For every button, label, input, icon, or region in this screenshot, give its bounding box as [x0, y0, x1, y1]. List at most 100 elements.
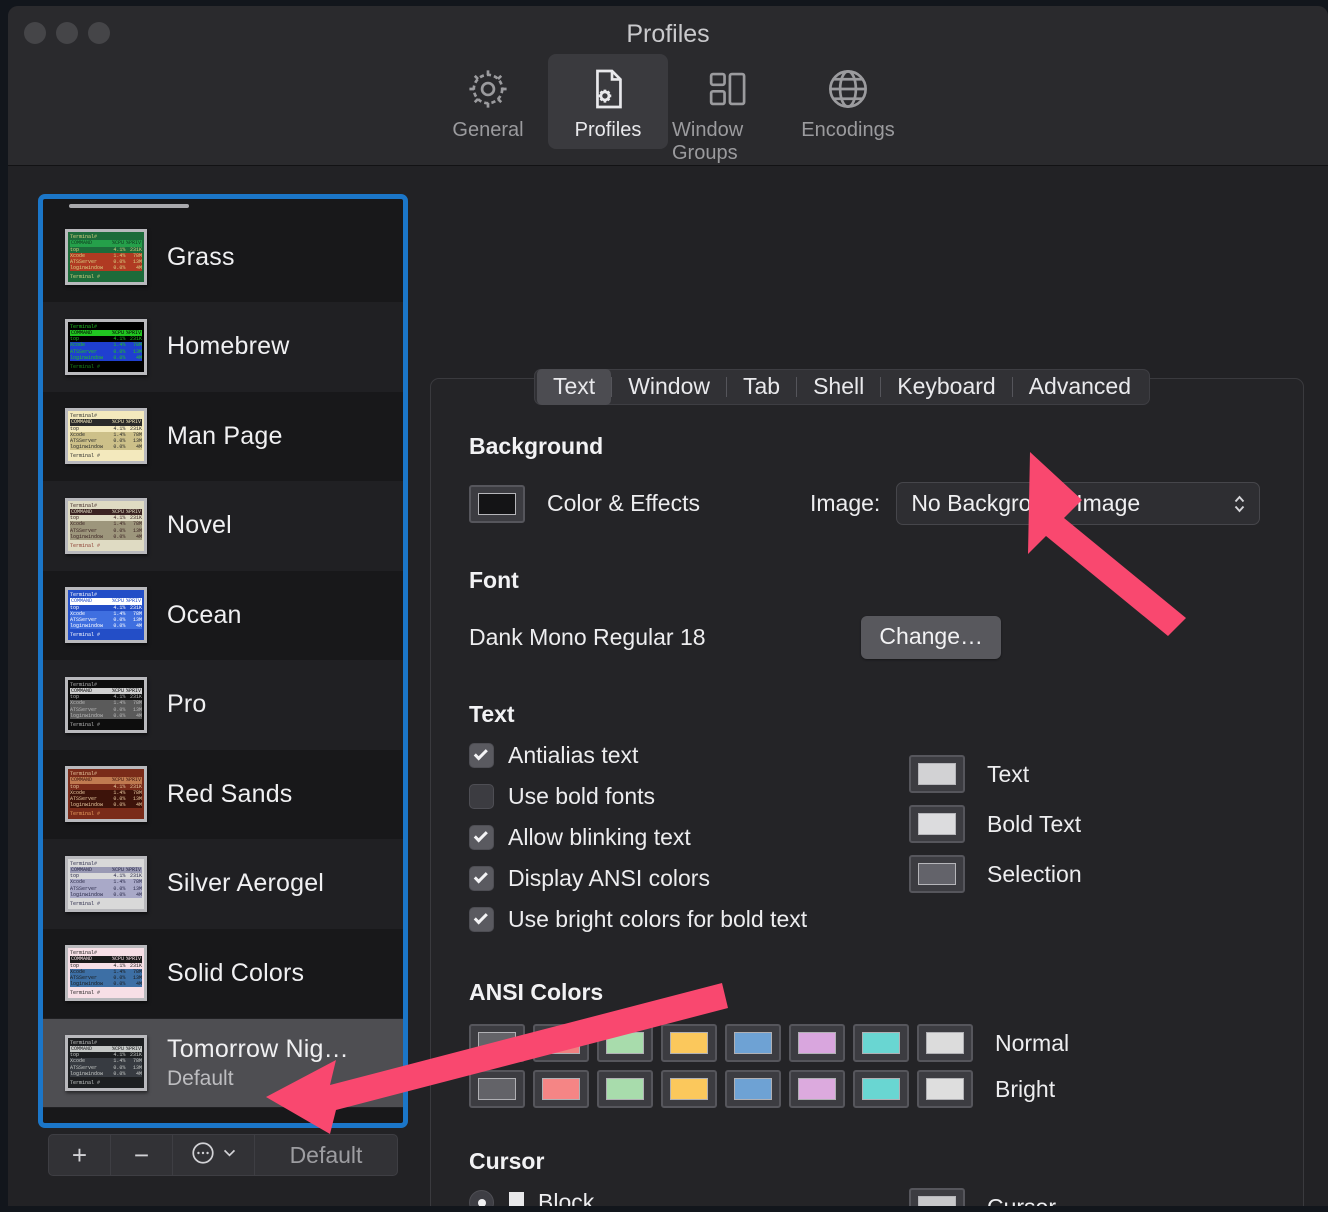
tab-advanced[interactable]: Advanced	[1013, 369, 1147, 405]
cursor-color-well[interactable]	[909, 1188, 965, 1206]
ansi-color-swatch[interactable]	[533, 1070, 589, 1108]
ansi-color-swatch[interactable]	[789, 1024, 845, 1062]
ansi-color-swatch[interactable]	[469, 1070, 525, 1108]
text-option-label: Use bold fonts	[508, 783, 656, 809]
remove-profile-button[interactable]: −	[111, 1135, 173, 1175]
toolbar-item-general[interactable]: General	[428, 54, 548, 149]
profile-thumbnail: Terminal# COMMAND %CPU %PRIV top 4.1% 231K Xcod…	[65, 676, 147, 733]
cursor-option-row[interactable]: Block	[469, 1189, 899, 1206]
tab-window[interactable]: Window	[612, 369, 726, 405]
profile-list-item[interactable]: Terminal# COMMAND %CPU %PRIV top 4.1% 231K Xcod…	[43, 1018, 403, 1108]
color-well[interactable]	[909, 855, 965, 893]
color-well[interactable]	[909, 755, 965, 793]
window-groups-icon	[705, 63, 751, 115]
ansi-color-swatch[interactable]	[725, 1070, 781, 1108]
color-chip	[734, 1078, 772, 1100]
profile-list-toolbar: + − Default	[48, 1134, 398, 1176]
profile-name: Pro	[167, 690, 207, 719]
profile-list-item[interactable]: Terminal# COMMAND %CPU %PRIV top 4.1% 231K Xcod…	[43, 929, 403, 1019]
profile-name-block: Novel	[167, 511, 232, 540]
profile-list-item[interactable]: Terminal# COMMAND %CPU %PRIV top 4.1% 231K Xcod…	[43, 481, 403, 571]
background-image-select[interactable]: No Background Image	[896, 482, 1261, 525]
scrollbar-thumb[interactable]	[69, 204, 189, 208]
ansi-color-swatch[interactable]	[661, 1070, 717, 1108]
color-effects-label: Color & Effects	[547, 490, 700, 516]
document-gear-icon	[585, 63, 631, 115]
background-color-well[interactable]	[469, 484, 525, 523]
ansi-color-swatch[interactable]	[469, 1024, 525, 1062]
profile-list-item[interactable]: Terminal# COMMAND %CPU %PRIV top 4.1% 231K Xcod…	[43, 839, 403, 929]
profile-actions-button[interactable]	[173, 1135, 255, 1175]
radio-dot	[477, 1198, 486, 1206]
profile-list-item[interactable]: Terminal# COMMAND %CPU %PRIV top 4.1% 231K Xcod…	[43, 392, 403, 482]
color-well[interactable]	[909, 805, 965, 843]
ansi-color-swatch[interactable]	[789, 1070, 845, 1108]
cursor-option-label: Block	[538, 1189, 595, 1206]
profile-default-badge: Default	[167, 1066, 234, 1090]
checkbox[interactable]	[469, 866, 494, 891]
radio-button[interactable]	[469, 1190, 494, 1206]
profile-thumbnail: Terminal# COMMAND %CPU %PRIV top 4.1% 231K Xcod…	[65, 766, 147, 823]
profile-name-block: Ocean	[167, 601, 242, 630]
add-profile-button[interactable]: +	[49, 1135, 111, 1175]
ansi-color-grid: Normal Bright	[469, 1024, 1263, 1108]
profile-list-item[interactable]: Terminal# COMMAND %CPU %PRIV top 4.1% 231K Xcod…	[43, 213, 403, 303]
ansi-color-swatch[interactable]	[917, 1070, 973, 1108]
text-option-row[interactable]: Antialias text	[469, 742, 899, 769]
color-chip	[798, 1032, 836, 1054]
tab-keyboard[interactable]: Keyboard	[881, 369, 1011, 405]
text-section-heading: Text	[469, 701, 515, 727]
check-icon	[473, 910, 488, 925]
profile-name-block: Red Sands	[167, 780, 293, 809]
checkbox[interactable]	[469, 743, 494, 768]
checkbox[interactable]	[469, 907, 494, 932]
profile-thumbnail: Terminal# COMMAND %CPU %PRIV top 4.1% 231K Xcod…	[65, 855, 147, 912]
text-option-row[interactable]: Display ANSI colors	[469, 865, 899, 892]
text-option-row[interactable]: Use bright colors for bold text	[469, 906, 899, 933]
profile-list-item[interactable]: Terminal# COMMAND %CPU %PRIV top 4.1% 231K Xcod…	[43, 571, 403, 661]
cursor-style-group: BlockUnderlineVertical Bar	[469, 1189, 899, 1206]
toolbar-item-profiles[interactable]: Profiles	[548, 54, 668, 149]
color-chip	[478, 1078, 516, 1100]
color-well-row: Selection	[909, 855, 1082, 893]
ansi-color-row: Bright	[469, 1070, 1263, 1108]
text-option-row[interactable]: Allow blinking text	[469, 824, 899, 851]
toolbar-item-window-groups-label: Window Groups	[672, 119, 744, 164]
toolbar-item-encodings[interactable]: Encodings	[788, 54, 908, 149]
ansi-color-swatch[interactable]	[853, 1024, 909, 1062]
profile-name: Silver Aerogel	[167, 869, 325, 898]
profile-list-item[interactable]: Terminal# COMMAND %CPU %PRIV top 4.1% 231K Xcod…	[43, 302, 403, 392]
checkbox[interactable]	[469, 784, 494, 809]
ansi-color-swatch[interactable]	[725, 1024, 781, 1062]
tab-tab[interactable]: Tab	[727, 369, 796, 405]
default-profile-label: Default	[289, 1141, 363, 1168]
ansi-row-label: Bright	[995, 1075, 1056, 1102]
ansi-color-swatch[interactable]	[917, 1024, 973, 1062]
color-swatch	[918, 813, 956, 835]
toolbar-item-window-groups[interactable]: Window Groups	[668, 54, 788, 172]
ansi-color-swatch[interactable]	[597, 1070, 653, 1108]
toolbar-item-general-label: General	[452, 119, 524, 141]
change-font-button[interactable]: Change…	[861, 616, 1001, 659]
profile-list-item[interactable]: Terminal# COMMAND %CPU %PRIV top 4.1% 231K Xcod…	[43, 750, 403, 840]
color-chip	[606, 1032, 644, 1054]
minus-icon: −	[133, 1139, 150, 1170]
cursor-glyph-block	[506, 1191, 526, 1206]
profile-name: Solid Colors	[167, 958, 305, 987]
profile-list-item[interactable]: Terminal# COMMAND %CPU %PRIV top 4.1% 231K Xcod…	[43, 660, 403, 750]
ansi-color-swatch[interactable]	[533, 1024, 589, 1062]
color-chip	[670, 1078, 708, 1100]
ansi-color-swatch[interactable]	[853, 1070, 909, 1108]
color-well-label: Text	[987, 760, 1030, 787]
text-option-label: Display ANSI colors	[508, 865, 710, 891]
tab-shell[interactable]: Shell	[797, 369, 880, 405]
text-option-row[interactable]: Use bold fonts	[469, 783, 899, 810]
checkbox[interactable]	[469, 825, 494, 850]
tab-text[interactable]: Text	[537, 369, 612, 405]
profile-list[interactable]: Terminal# COMMAND %CPU %PRIV top 4.1% 231K Xcod…	[38, 194, 408, 1128]
color-chip	[542, 1078, 580, 1100]
ansi-color-swatch[interactable]	[597, 1024, 653, 1062]
color-chip	[478, 1032, 516, 1054]
background-section-heading: Background	[469, 433, 604, 459]
ansi-color-swatch[interactable]	[661, 1024, 717, 1062]
